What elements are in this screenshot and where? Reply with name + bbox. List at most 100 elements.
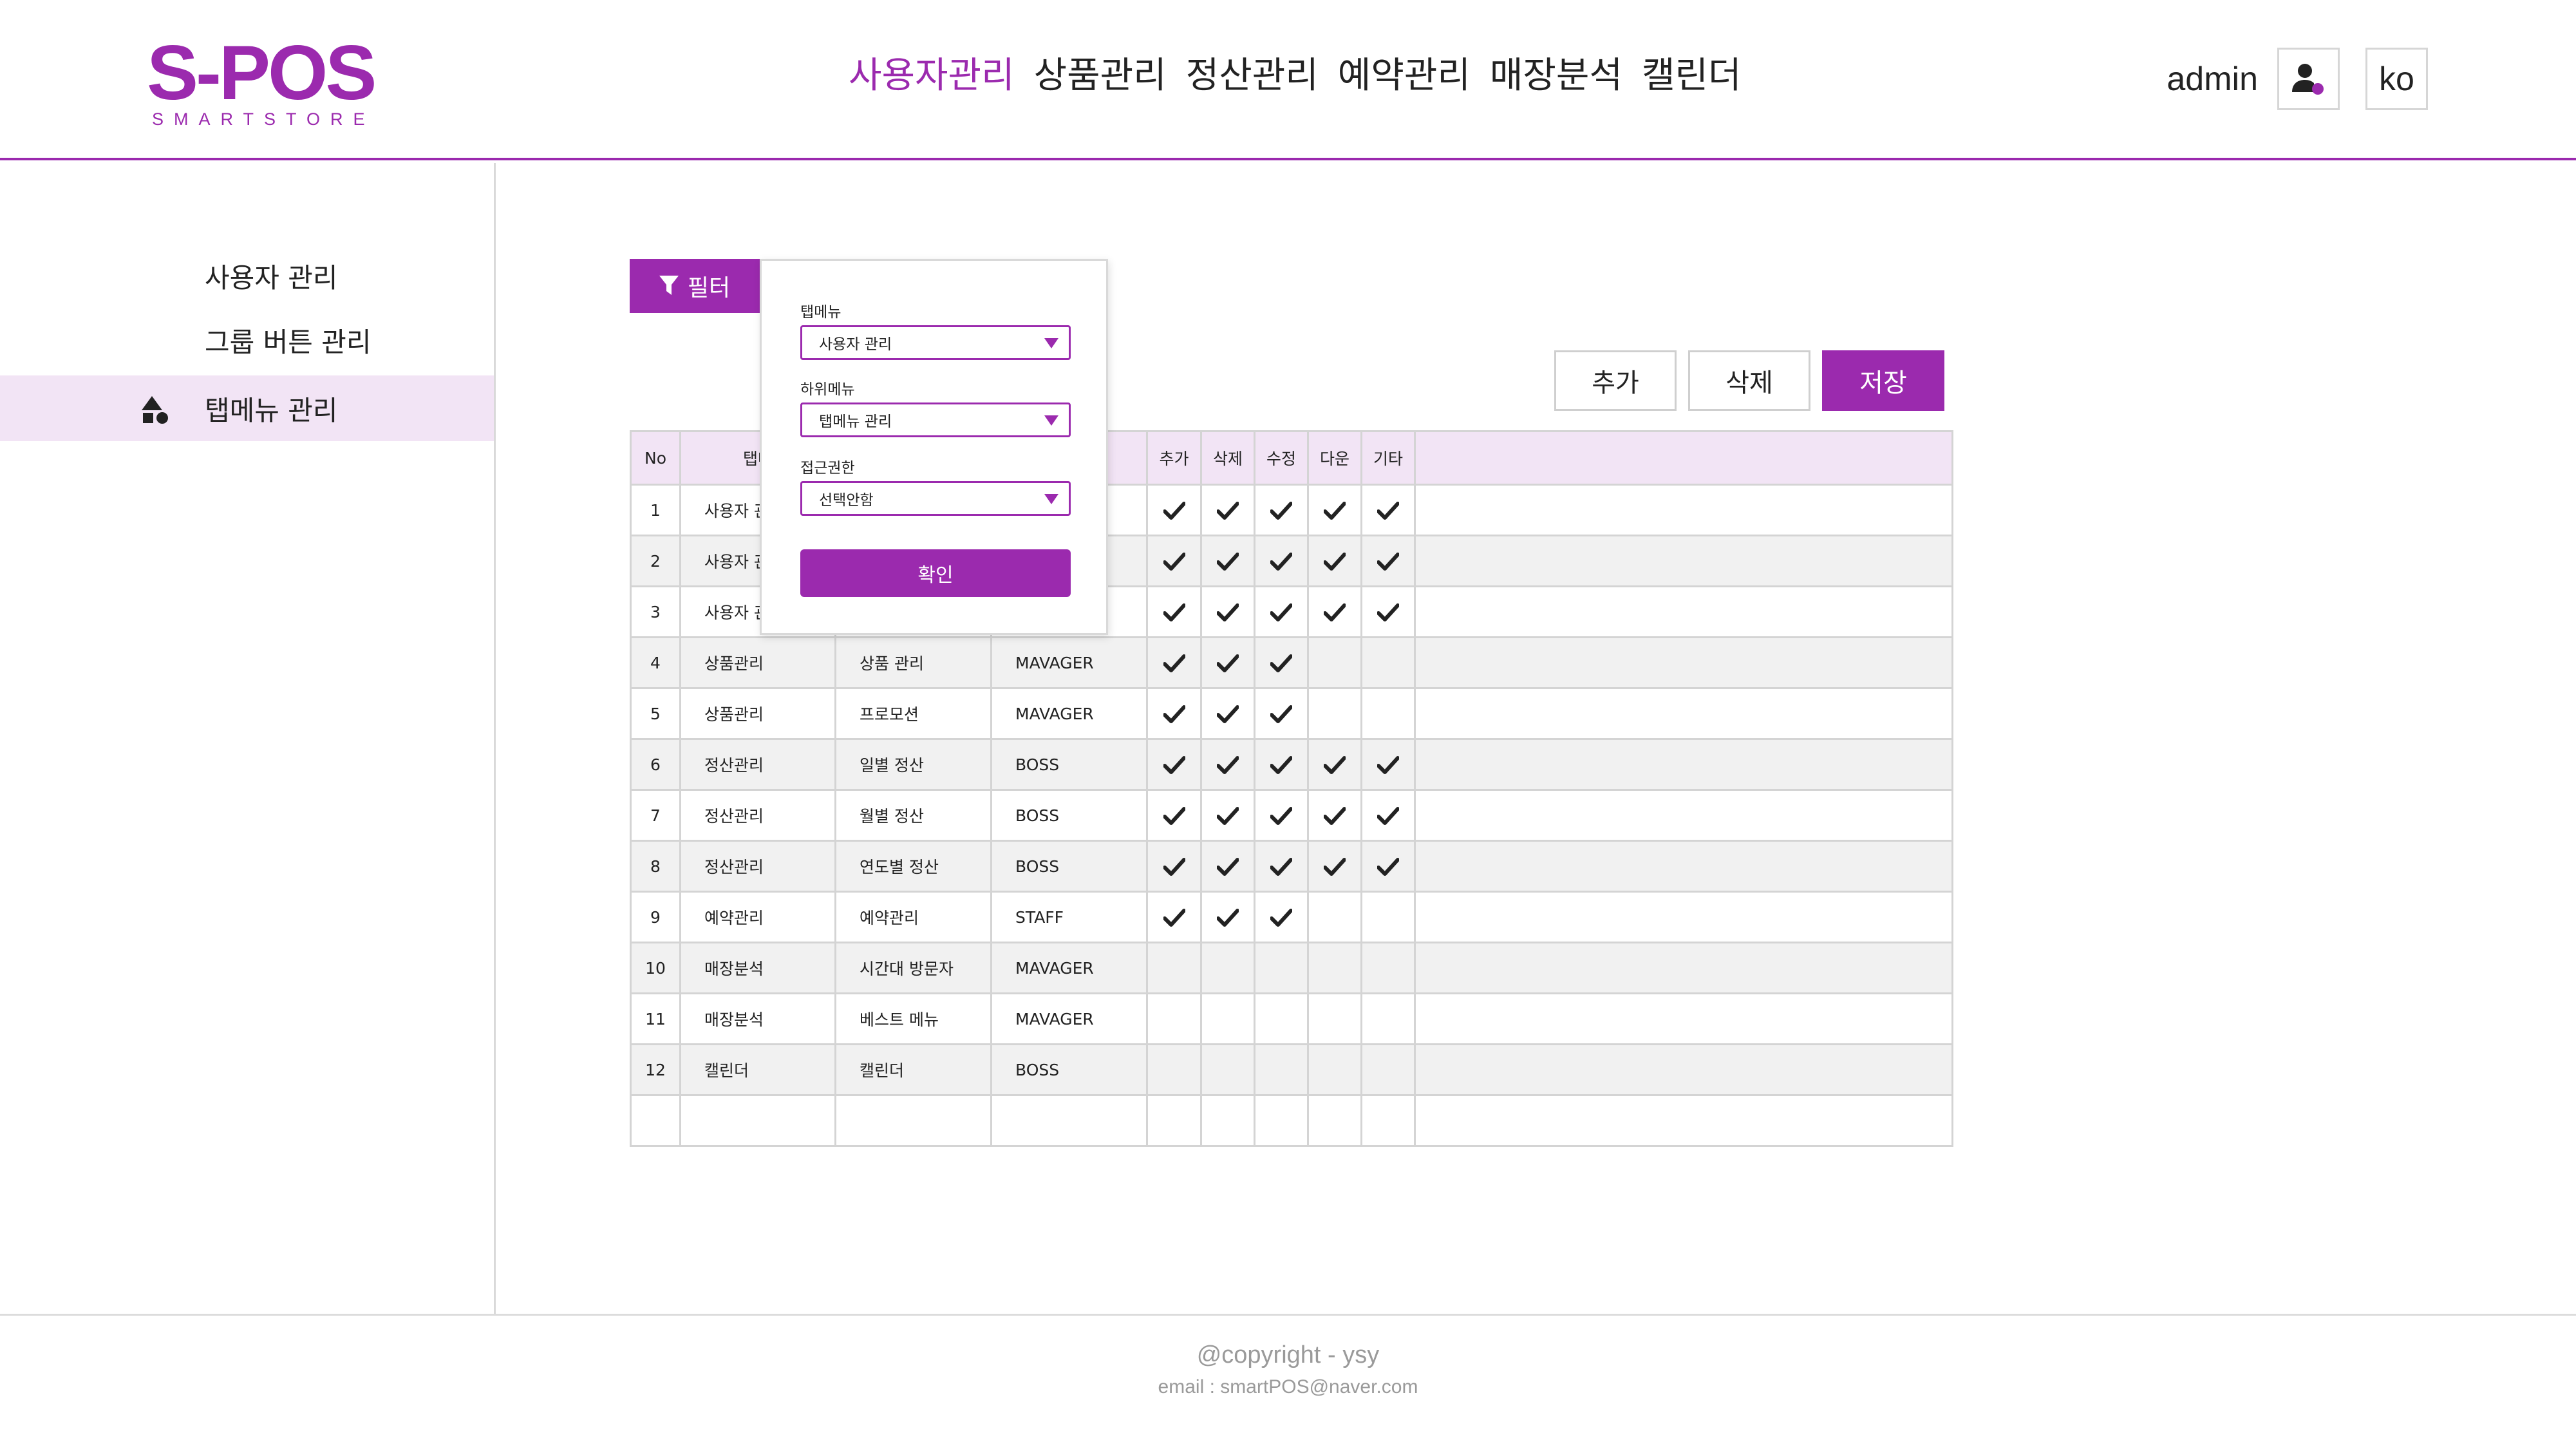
username: admin — [2167, 60, 2258, 98]
cell-perm-etc[interactable] — [1360, 484, 1416, 536]
cell-perm-delete[interactable] — [1200, 840, 1255, 893]
cell-perm-etc[interactable] — [1360, 1094, 1416, 1147]
nav-item-user-management[interactable]: 사용자관리 — [849, 50, 1015, 102]
user-settings-button[interactable] — [2277, 48, 2340, 110]
cell-perm-add[interactable] — [1146, 687, 1202, 740]
cell-perm-add[interactable] — [1146, 1043, 1202, 1096]
cell-perm-etc[interactable] — [1360, 789, 1416, 842]
cell-perm-download[interactable] — [1307, 535, 1362, 587]
nav-item-calendar[interactable]: 캘린더 — [1642, 50, 1742, 102]
cell-perm-delete[interactable] — [1200, 687, 1255, 740]
table-row[interactable]: 12 캘린더 캘린더 BOSS — [630, 1043, 1953, 1096]
cell-perm-edit[interactable] — [1254, 942, 1309, 994]
cell-perm-etc[interactable] — [1360, 585, 1416, 638]
save-button[interactable]: 저장 — [1822, 350, 1944, 411]
cell-perm-delete[interactable] — [1200, 891, 1255, 943]
cell-perm-delete[interactable] — [1200, 1094, 1255, 1147]
filter-button[interactable]: 필터 — [630, 259, 760, 313]
cell-perm-edit[interactable] — [1254, 1094, 1309, 1147]
table-row[interactable] — [630, 1094, 1953, 1147]
cell-perm-edit[interactable] — [1254, 891, 1309, 943]
cell-perm-add[interactable] — [1146, 789, 1202, 842]
cell-perm-download[interactable] — [1307, 484, 1362, 536]
cell-perm-delete[interactable] — [1200, 738, 1255, 791]
cell-perm-download[interactable] — [1307, 585, 1362, 638]
cell-perm-download[interactable] — [1307, 636, 1362, 689]
nav-item-settlement-management[interactable]: 정산관리 — [1186, 50, 1319, 102]
cell-perm-add[interactable] — [1146, 840, 1202, 893]
cell-perm-etc[interactable] — [1360, 535, 1416, 587]
language-selector[interactable]: ko — [2365, 48, 2428, 110]
cell-perm-add[interactable] — [1146, 636, 1202, 689]
cell-perm-edit[interactable] — [1254, 585, 1309, 638]
cell-perm-edit[interactable] — [1254, 840, 1309, 893]
table-row[interactable]: 9 예약관리 예약관리 STAFF — [630, 891, 1953, 943]
check-icon — [1270, 705, 1292, 723]
add-button[interactable]: 추가 — [1554, 350, 1677, 411]
cell-perm-edit[interactable] — [1254, 738, 1309, 791]
cell-perm-add[interactable] — [1146, 535, 1202, 587]
cell-perm-edit[interactable] — [1254, 484, 1309, 536]
cell-perm-add[interactable] — [1146, 585, 1202, 638]
cell-perm-edit[interactable] — [1254, 992, 1309, 1045]
cell-perm-download[interactable] — [1307, 1043, 1362, 1096]
cell-perm-edit[interactable] — [1254, 636, 1309, 689]
cell-perm-add[interactable] — [1146, 484, 1202, 536]
cell-perm-edit[interactable] — [1254, 1043, 1309, 1096]
cell-perm-add[interactable] — [1146, 738, 1202, 791]
cell-perm-delete[interactable] — [1200, 992, 1255, 1045]
cell-perm-download[interactable] — [1307, 738, 1362, 791]
cell-perm-delete[interactable] — [1200, 636, 1255, 689]
cell-perm-download[interactable] — [1307, 687, 1362, 740]
table-row[interactable]: 8 정산관리 연도별 정산 BOSS — [630, 840, 1953, 893]
cell-perm-add[interactable] — [1146, 942, 1202, 994]
cell-perm-delete[interactable] — [1200, 1043, 1255, 1096]
check-icon — [1270, 806, 1292, 825]
table-row[interactable]: 6 정산관리 일별 정산 BOSS — [630, 738, 1953, 791]
cell-perm-etc[interactable] — [1360, 636, 1416, 689]
table-row[interactable]: 7 정산관리 월별 정산 BOSS — [630, 789, 1953, 842]
sidebar-item-user-management[interactable]: 사용자 관리 — [0, 243, 494, 308]
cell-perm-download[interactable] — [1307, 789, 1362, 842]
cell-perm-delete[interactable] — [1200, 535, 1255, 587]
cell-blank — [1414, 687, 1953, 740]
cell-perm-etc[interactable] — [1360, 687, 1416, 740]
table-row[interactable]: 5 상품관리 프로모션 MAVAGER — [630, 687, 1953, 740]
nav-item-store-analysis[interactable]: 매장분석 — [1490, 50, 1622, 102]
cell-perm-etc[interactable] — [1360, 1043, 1416, 1096]
sub-menu-select[interactable]: 탭메뉴 관리 — [800, 402, 1071, 437]
tab-menu-select[interactable]: 사용자 관리 — [800, 325, 1071, 360]
cell-perm-delete[interactable] — [1200, 942, 1255, 994]
sidebar-item-tab-menu-management[interactable]: 탭메뉴 관리 — [0, 375, 494, 441]
cell-perm-edit[interactable] — [1254, 687, 1309, 740]
access-select[interactable]: 선택안함 — [800, 481, 1071, 516]
cell-perm-delete[interactable] — [1200, 789, 1255, 842]
table-row[interactable]: 10 매장분석 시간대 방문자 MAVAGER — [630, 942, 1953, 994]
cell-perm-etc[interactable] — [1360, 891, 1416, 943]
cell-perm-edit[interactable] — [1254, 535, 1309, 587]
nav-item-product-management[interactable]: 상품관리 — [1034, 50, 1167, 102]
cell-perm-download[interactable] — [1307, 942, 1362, 994]
table-row[interactable]: 4 상품관리 상품 관리 MAVAGER — [630, 636, 1953, 689]
cell-perm-add[interactable] — [1146, 891, 1202, 943]
cell-perm-add[interactable] — [1146, 1094, 1202, 1147]
cell-perm-edit[interactable] — [1254, 789, 1309, 842]
delete-button[interactable]: 삭제 — [1688, 350, 1810, 411]
nav-item-reservation-management[interactable]: 예약관리 — [1338, 50, 1471, 102]
cell-perm-download[interactable] — [1307, 992, 1362, 1045]
cell-perm-download[interactable] — [1307, 840, 1362, 893]
cell-perm-download[interactable] — [1307, 1094, 1362, 1147]
confirm-button[interactable]: 확인 — [800, 549, 1071, 597]
cell-perm-etc[interactable] — [1360, 942, 1416, 994]
cell-tab-menu: 예약관리 — [679, 891, 836, 943]
logo[interactable]: S-POS SMARTSTORE — [147, 34, 377, 129]
cell-perm-add[interactable] — [1146, 992, 1202, 1045]
cell-perm-download[interactable] — [1307, 891, 1362, 943]
cell-perm-etc[interactable] — [1360, 992, 1416, 1045]
sidebar-item-group-button-management[interactable]: 그룹 버튼 관리 — [0, 307, 494, 373]
cell-perm-etc[interactable] — [1360, 738, 1416, 791]
cell-perm-delete[interactable] — [1200, 484, 1255, 536]
table-row[interactable]: 11 매장분석 베스트 메뉴 MAVAGER — [630, 992, 1953, 1045]
cell-perm-etc[interactable] — [1360, 840, 1416, 893]
cell-perm-delete[interactable] — [1200, 585, 1255, 638]
